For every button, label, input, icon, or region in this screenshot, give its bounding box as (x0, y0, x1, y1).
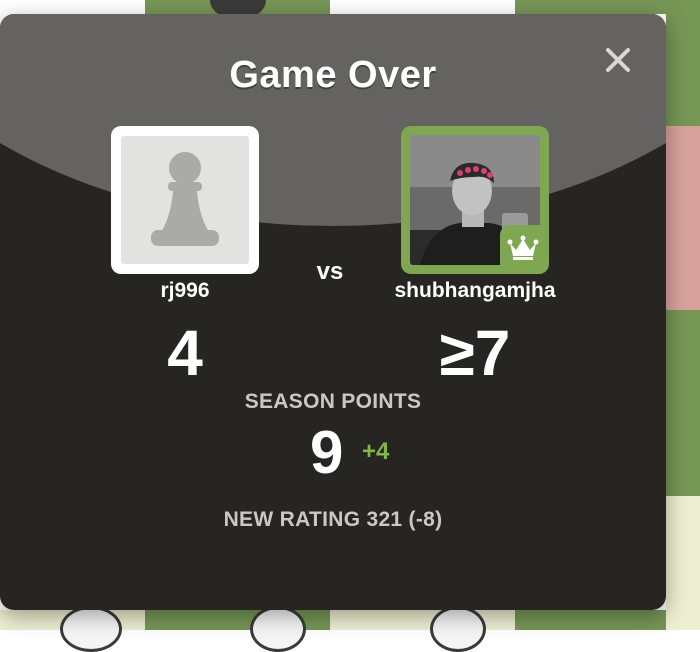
crown-badge (500, 225, 546, 271)
player-name-right[interactable]: shubhangamjha (375, 279, 575, 303)
board-square (666, 14, 700, 126)
board-square (666, 496, 700, 630)
pawn-icon (151, 152, 219, 246)
modal-header-background (0, 14, 666, 226)
new-rating: NEW RATING 321 (-8) (223, 508, 443, 531)
player-score-right: ≥7 (439, 317, 511, 389)
close-button[interactable] (600, 42, 636, 78)
game-over-modal: Game Over rj996 4 vs shubhangamjha ≥7 SE… (0, 14, 666, 610)
player-score-left: 4 (167, 317, 203, 389)
board-square (515, 0, 700, 14)
board-square (330, 610, 515, 630)
board-square-highlight (666, 126, 700, 310)
close-icon (606, 48, 630, 72)
chess-piece (430, 606, 486, 652)
player-avatar-left[interactable] (111, 126, 259, 274)
season-points-label: SEASON POINTS (244, 390, 422, 413)
player-avatar-right[interactable] (401, 126, 549, 274)
season-points-delta: +4 (362, 438, 390, 465)
season-points-value: 9 (310, 419, 344, 486)
board-square (666, 310, 700, 496)
crown-icon (507, 235, 539, 260)
board-square (515, 610, 666, 630)
chess-piece (60, 606, 122, 652)
chess-piece (250, 606, 306, 652)
modal-title: Game Over (229, 54, 437, 96)
vs-label: vs (316, 258, 344, 285)
player-name-left[interactable]: rj996 (111, 279, 259, 303)
